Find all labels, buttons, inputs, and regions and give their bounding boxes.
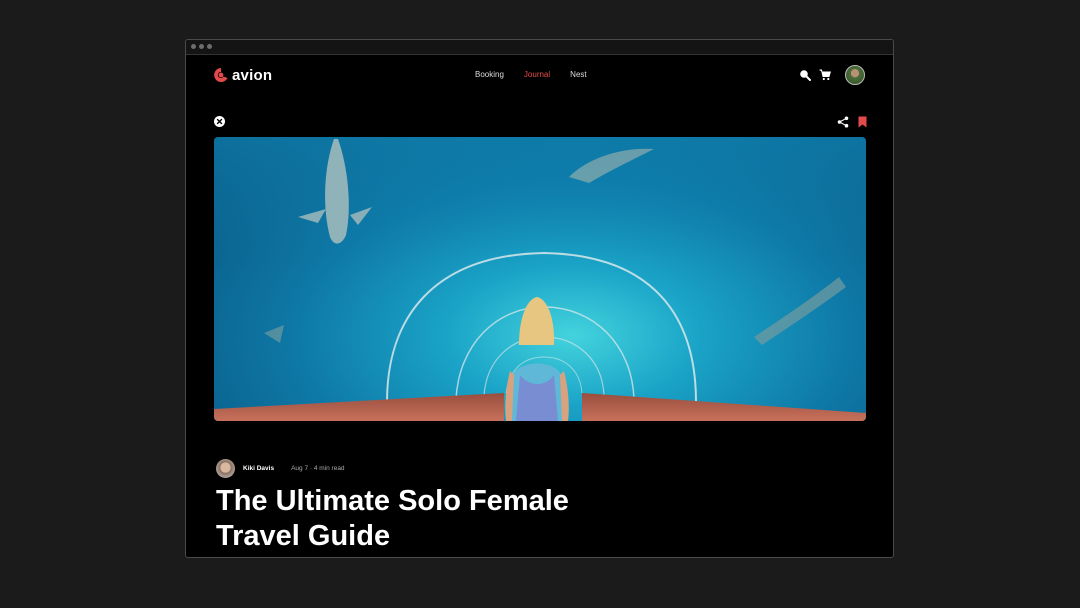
window-minimize-dot[interactable] xyxy=(199,44,204,49)
hero-image xyxy=(214,137,866,421)
author-name[interactable]: Kiki Davis xyxy=(243,465,274,472)
brand-logo[interactable]: avion xyxy=(213,66,272,84)
user-avatar[interactable] xyxy=(845,65,865,85)
brand-name: avion xyxy=(232,66,273,84)
article-meta: Aug 7 · 4 min read xyxy=(291,465,345,472)
header-actions xyxy=(799,65,865,85)
share-icon[interactable] xyxy=(837,116,849,128)
window-titlebar xyxy=(186,40,893,55)
nav-item-journal[interactable]: Journal xyxy=(524,70,550,79)
article-title: The Ultimate Solo Female Travel Guide xyxy=(216,484,596,554)
article-title-line-1: The Ultimate Solo Female xyxy=(216,485,569,517)
author-avatar[interactable] xyxy=(216,459,235,478)
nav-item-booking[interactable]: Booking xyxy=(475,70,504,79)
close-icon[interactable] xyxy=(214,116,225,127)
nav-item-nest[interactable]: Nest xyxy=(570,70,586,79)
window-close-dot[interactable] xyxy=(191,44,196,49)
search-icon[interactable] xyxy=(799,69,811,81)
window-maximize-dot[interactable] xyxy=(207,44,212,49)
aquarium-tunnel-illustration xyxy=(214,137,866,421)
article-byline: Kiki Davis Aug 7 · 4 min read xyxy=(216,459,345,478)
browser-window: avion Booking Journal Nest Kiki Davis Au… xyxy=(185,39,894,558)
cart-icon[interactable] xyxy=(819,69,831,81)
article-title-line-2: Travel Guide xyxy=(216,520,391,552)
logo-mark-icon xyxy=(214,68,228,82)
main-nav: Booking Journal Nest xyxy=(475,70,587,79)
bookmark-icon[interactable] xyxy=(858,116,867,128)
